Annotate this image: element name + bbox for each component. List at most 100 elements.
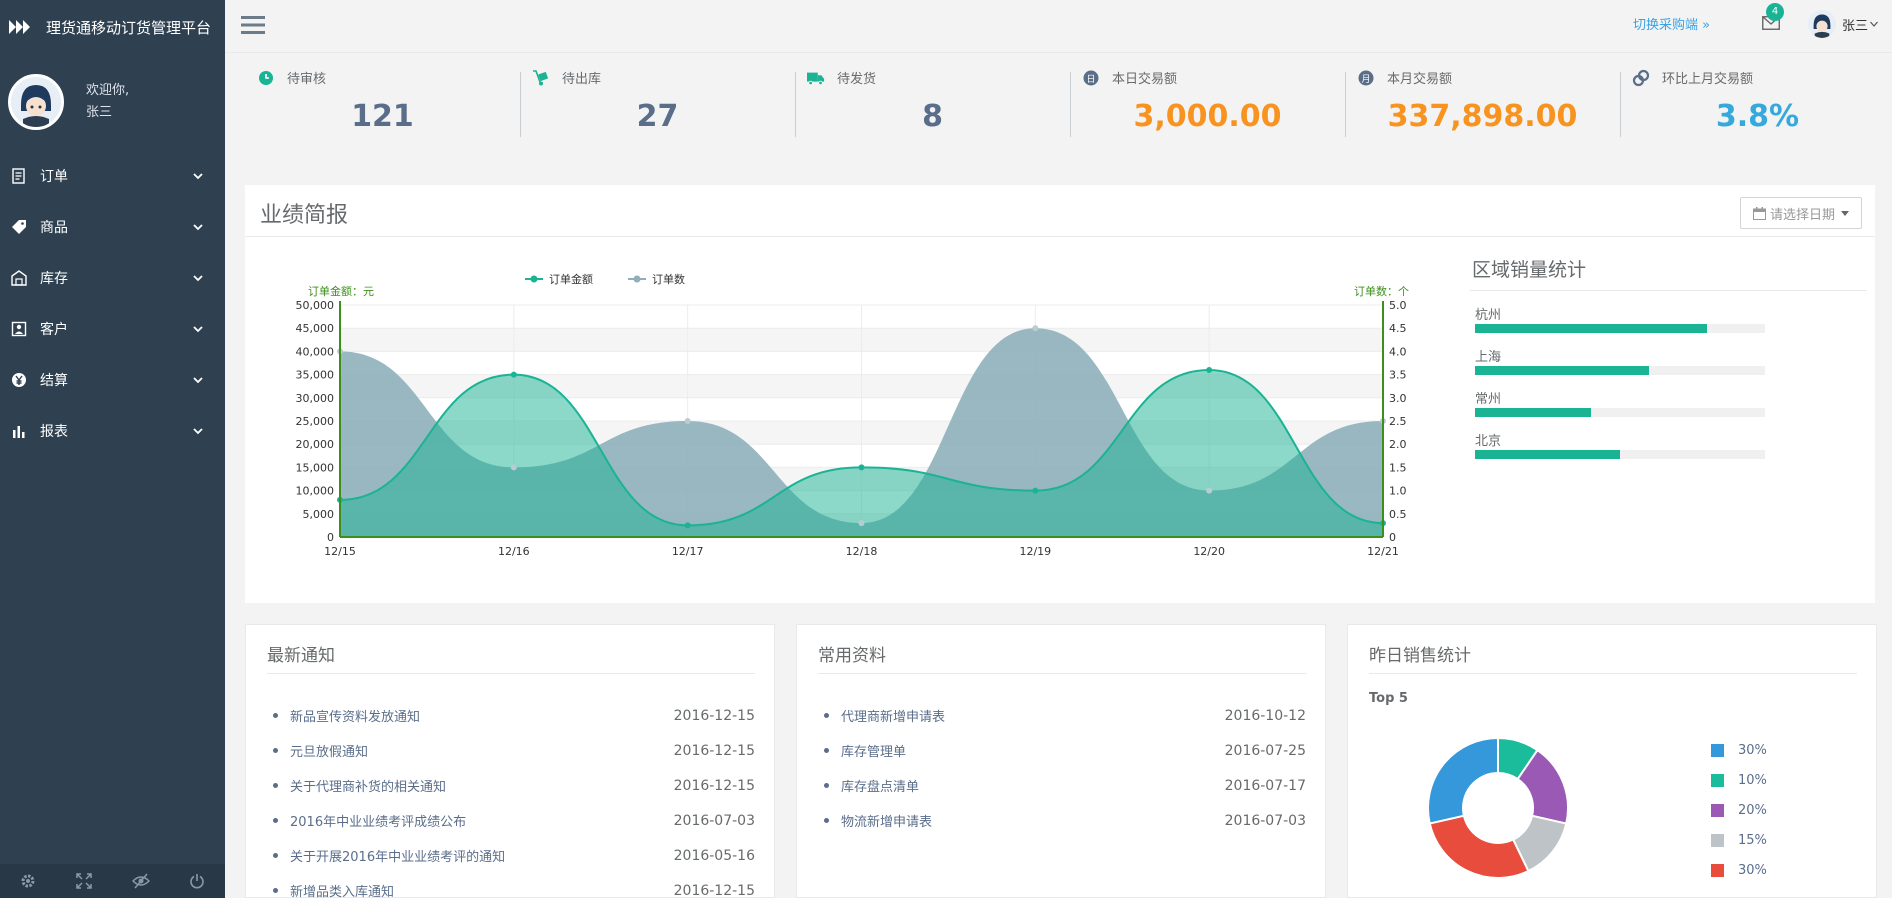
- donut-slice-4[interactable]: [1428, 814, 1530, 879]
- welcome-text: 欢迎你,: [86, 83, 130, 98]
- resources-title: 常用资料: [818, 646, 886, 666]
- stat-card-1[interactable]: 待出库 27: [520, 62, 795, 142]
- stat-card-4[interactable]: 月 本月交易额 337,898.00: [1345, 62, 1620, 142]
- app-title: 理货通移动订货管理平台: [46, 18, 212, 37]
- switch-to-purchase-link[interactable]: 切换采购端 »: [1633, 14, 1710, 33]
- legend-item[interactable]: 15%: [1711, 825, 1767, 855]
- legend-swatch: [1711, 803, 1724, 817]
- notices-panel: 最新通知 新品宣传资料发放通知 2016-12-15 元旦放假通知 2016-12-1…: [245, 624, 775, 898]
- gear-icon[interactable]: [18, 871, 38, 891]
- order-icon: [10, 167, 28, 185]
- sidebar-item-3[interactable]: 客户: [0, 303, 225, 354]
- fullscreen-icon[interactable]: [74, 871, 94, 891]
- stat-value: 3,000.00: [1133, 99, 1282, 134]
- region-label: 上海: [1475, 350, 1502, 365]
- list-item[interactable]: 关于代理商补货的相关通知 2016-12-15: [267, 768, 755, 803]
- data-point-order-amount[interactable]: [1206, 366, 1213, 373]
- region-track: [1475, 366, 1765, 375]
- legend-item[interactable]: 30%: [1711, 735, 1767, 765]
- data-point-order-amount[interactable]: [858, 464, 865, 471]
- donut-slice-0[interactable]: [1427, 736, 1499, 825]
- user-menu[interactable]: 张三: [1808, 10, 1878, 38]
- eye-slash-icon[interactable]: [131, 871, 151, 891]
- sidebar-item-2[interactable]: 库存: [0, 252, 225, 303]
- y-right-tick: 5.0: [1389, 299, 1407, 312]
- chevron-down-icon: [193, 223, 203, 230]
- mail-count-badge: 4: [1766, 3, 1784, 21]
- bullet: [273, 853, 278, 858]
- list-item[interactable]: 库存盘点清单 2016-07-17: [818, 768, 1306, 803]
- donut-legend: 30% 10% 20% 15% 30%: [1711, 735, 1767, 885]
- sidebar-item-4[interactable]: 结算: [0, 354, 225, 405]
- legend-swatch: [1711, 773, 1724, 787]
- bullet: [273, 888, 278, 893]
- date-picker-button[interactable]: 请选择日期: [1740, 197, 1862, 229]
- avatar[interactable]: [8, 74, 64, 130]
- data-point-order-count[interactable]: [1032, 325, 1039, 332]
- legend-label[interactable]: 订单数: [652, 273, 685, 286]
- y-left-tick: 0: [327, 531, 334, 544]
- avatar-image: [11, 77, 61, 127]
- legend-item[interactable]: 20%: [1711, 795, 1767, 825]
- legend-item[interactable]: 30%: [1711, 855, 1767, 885]
- legend-label: 20%: [1738, 802, 1767, 818]
- bullet: [824, 818, 829, 823]
- list-item[interactable]: 2016年中业业绩考评成绩公布 2016-07-03: [267, 803, 755, 838]
- x-tick: 12/21: [1367, 545, 1399, 558]
- legend-label[interactable]: 订单金额: [549, 272, 593, 286]
- stat-label: 待发货: [837, 72, 877, 87]
- y-left-tick: 20,000: [296, 438, 335, 451]
- legend-item[interactable]: 10%: [1711, 765, 1767, 795]
- stat-card-5[interactable]: 环比上月交易额 3.8%: [1620, 62, 1892, 142]
- resources-panel: 常用资料 代理商新增申请表 2016-10-12 库存管理单 2016-07-25 库存…: [796, 624, 1326, 898]
- data-point-order-count[interactable]: [510, 464, 517, 471]
- list-item-text: 物流新增申请表: [841, 815, 933, 830]
- list-item[interactable]: 新品宣传资料发放通知 2016-12-15: [267, 698, 755, 733]
- sidebar-item-label: 库存: [40, 270, 68, 287]
- user-name-top: 张三: [1842, 18, 1869, 34]
- data-point-order-amount[interactable]: [1032, 487, 1039, 494]
- sidebar-item-label: 订单: [40, 168, 68, 185]
- power-icon[interactable]: [187, 871, 207, 891]
- y-right-tick: 2.5: [1389, 415, 1407, 428]
- data-point-order-count[interactable]: [684, 418, 691, 424]
- hamburger-menu-icon[interactable]: [241, 14, 265, 36]
- legend-label: 30%: [1738, 862, 1767, 878]
- sidebar-item-1[interactable]: 商品: [0, 201, 225, 252]
- list-item[interactable]: 库存管理单 2016-07-25: [818, 733, 1306, 768]
- region-fill: [1475, 408, 1591, 417]
- list-item[interactable]: 代理商新增申请表 2016-10-12: [818, 698, 1306, 733]
- legend-swatch: [1711, 833, 1724, 847]
- list-item[interactable]: 新增品类入库通知 2016-12-15: [267, 873, 755, 898]
- list-item-date: 2016-12-15: [673, 707, 755, 724]
- resources-divider: [818, 673, 1306, 674]
- calendar-day-icon: 日: [1082, 69, 1100, 87]
- link-icon: [1632, 69, 1650, 87]
- region-bar-1: 上海: [1475, 346, 1867, 375]
- stat-label: 环比上月交易额: [1662, 72, 1754, 87]
- legend-swatch: [1711, 863, 1724, 877]
- list-item-date: 2016-12-15: [673, 777, 755, 794]
- donut-chart: [1427, 736, 1569, 879]
- data-point-order-amount[interactable]: [510, 371, 517, 378]
- sidebar-item-5[interactable]: 报表: [0, 405, 225, 456]
- list-item[interactable]: 物流新增申请表 2016-07-03: [818, 803, 1306, 838]
- list-item-text: 代理商新增申请表: [841, 710, 946, 725]
- sidebar-item-0[interactable]: 订单: [0, 150, 225, 201]
- y-left-tick: 30,000: [296, 392, 335, 405]
- region-fill: [1475, 450, 1620, 459]
- data-point-order-count[interactable]: [858, 520, 865, 527]
- list-item[interactable]: 关于开展2016年中业业绩考评的通知 2016-05-16: [267, 838, 755, 873]
- list-item-text: 库存盘点清单: [841, 780, 920, 795]
- region-title: 区域销量统计: [1470, 255, 1867, 291]
- bullet: [273, 818, 278, 823]
- x-tick: 12/16: [498, 545, 530, 558]
- list-item[interactable]: 元旦放假通知 2016-12-15: [267, 733, 755, 768]
- stat-card-2[interactable]: 待发货 8: [795, 62, 1070, 142]
- data-point-order-count[interactable]: [1206, 487, 1213, 494]
- stat-card-3[interactable]: 日 本日交易额 3,000.00: [1070, 62, 1345, 142]
- data-point-order-amount[interactable]: [684, 522, 691, 529]
- region-label: 杭州: [1475, 308, 1502, 323]
- list-item-date: 2016-12-15: [673, 882, 755, 898]
- stat-card-0[interactable]: 待审核 121: [245, 62, 520, 142]
